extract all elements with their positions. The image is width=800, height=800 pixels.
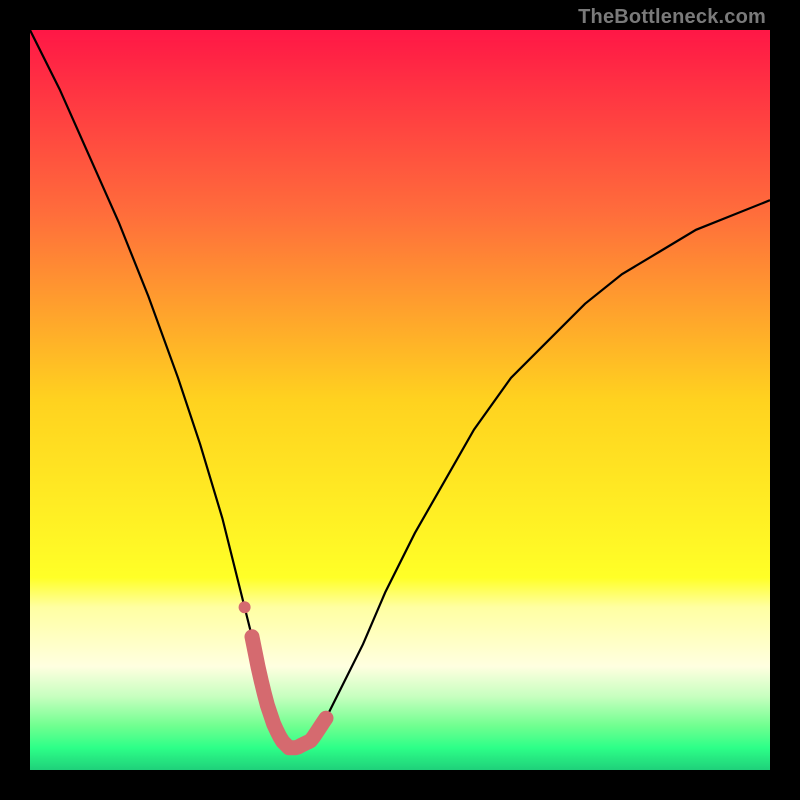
watermark-text: TheBottleneck.com	[578, 6, 766, 29]
chart-frame	[30, 30, 770, 770]
optimal-range-dot	[239, 601, 251, 613]
plot-background	[30, 30, 770, 770]
bottleneck-chart	[30, 30, 770, 770]
